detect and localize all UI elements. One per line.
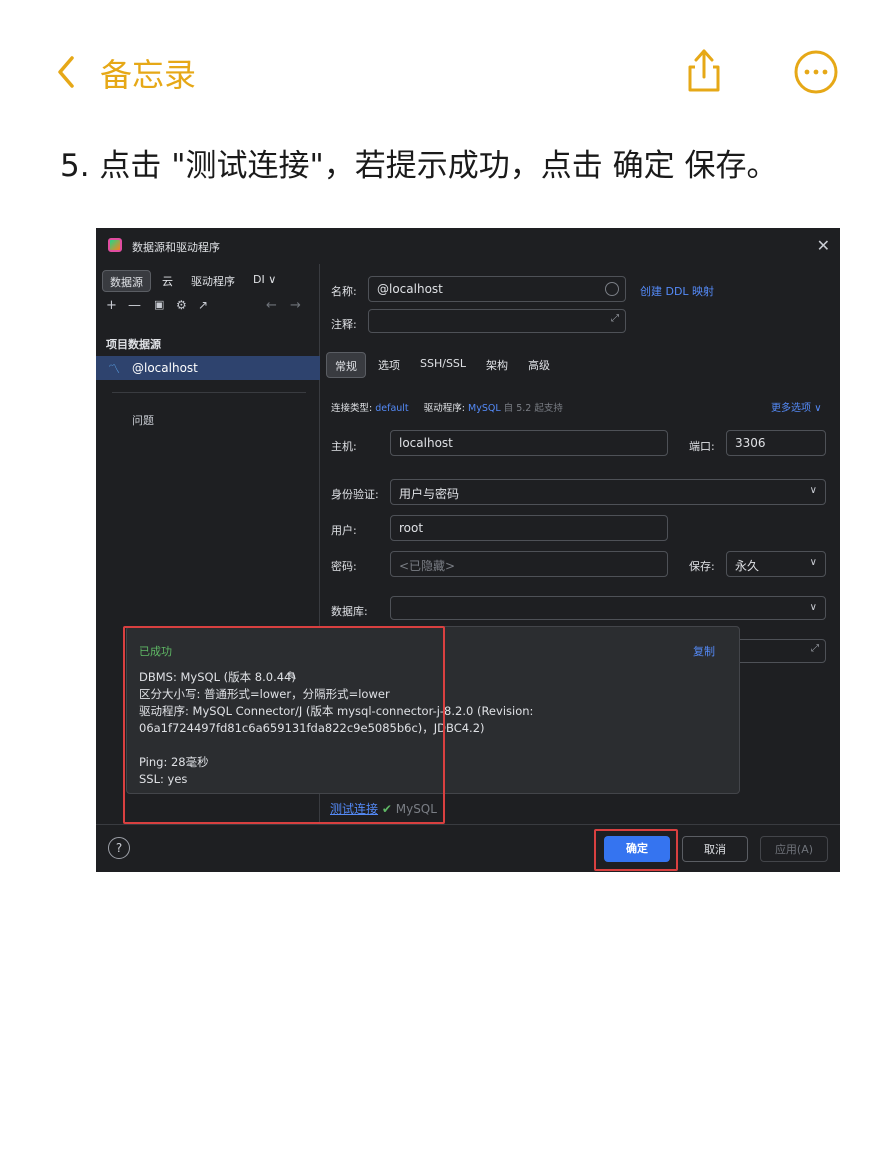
forward-icon[interactable]: → — [290, 298, 301, 313]
left-toolbar: + — ▣ ⚙ ↗ ← → — [106, 298, 310, 316]
driver-note: 自 5.2 起支持 — [503, 403, 563, 414]
close-icon[interactable]: ✕ — [817, 236, 830, 255]
dialog-title: 数据源和驱动程序 — [132, 241, 220, 254]
name-label: 名称: — [331, 285, 357, 298]
tab-ssh-ssl[interactable]: SSH/SSL — [412, 352, 474, 378]
save-select[interactable]: 永久 ∨ — [726, 551, 826, 577]
host-label: 主机: — [331, 440, 357, 453]
create-ddl-mapping-link[interactable]: 创建 DDL 映射 — [640, 283, 714, 299]
chevron-down-icon: ∨ — [814, 403, 822, 414]
comment-field[interactable]: ⤢ — [368, 309, 626, 333]
tab-cloud[interactable]: 云 — [155, 270, 180, 292]
cancel-button[interactable]: 取消 — [682, 836, 748, 862]
expand-icon[interactable]: ⤢ — [611, 313, 619, 324]
highlight-box-result — [123, 626, 445, 824]
copy-link[interactable]: 复制 — [693, 643, 715, 659]
test-connection-row: 测试连接 ✔ MySQL — [330, 800, 437, 817]
settings-icon[interactable]: ⚙ — [176, 298, 187, 312]
tab-di-label: DI — [253, 273, 265, 286]
chevron-down-icon: ∨ — [809, 485, 817, 496]
database-label: 数据库: — [331, 605, 368, 618]
port-label: 端口: — [689, 440, 715, 453]
tab-di[interactable]: DI ∨ — [246, 270, 283, 292]
password-field[interactable]: <已隐藏> — [390, 551, 668, 577]
ide-screenshot: 数据源和驱动程序 ✕ 数据源 云 驱动程序 DI ∨ + — ▣ ⚙ ↗ ← →… — [96, 228, 840, 872]
share-icon[interactable] — [682, 46, 726, 96]
chevron-down-icon: ∨ — [809, 602, 817, 613]
user-value: root — [399, 521, 424, 535]
checkmark-icon: ✔ — [381, 802, 392, 816]
url-field[interactable]: ⤢ — [730, 639, 826, 663]
expand-icon[interactable]: ⤢ — [811, 643, 819, 654]
divider — [112, 392, 306, 393]
duplicate-icon[interactable]: ▣ — [154, 298, 164, 311]
password-label: 密码: — [331, 560, 357, 573]
tab-drivers[interactable]: 驱动程序 — [184, 270, 242, 292]
driver-label: 驱动程序: — [423, 403, 465, 414]
more-options-link[interactable]: 更多选项 ∨ — [771, 399, 822, 414]
mysql-dolphin-icon: 〽 — [108, 362, 121, 376]
project-data-sources-heading: 项目数据源 — [106, 338, 161, 351]
save-label: 保存: — [689, 560, 715, 573]
left-tabs: 数据源 云 驱动程序 DI ∨ — [102, 270, 283, 292]
more-options-icon[interactable] — [793, 49, 839, 95]
port-field[interactable]: 3306 — [726, 430, 826, 456]
user-field[interactable]: root — [390, 515, 668, 541]
tab-data-sources[interactable]: 数据源 — [102, 270, 151, 292]
color-picker-icon[interactable] — [605, 282, 619, 296]
host-value: localhost — [399, 436, 453, 450]
host-field[interactable]: localhost — [390, 430, 668, 456]
password-placeholder: <已隐藏> — [399, 559, 456, 573]
back-chevron-icon[interactable] — [52, 52, 82, 92]
connection-info-row: 连接类型: default 驱动程序: MySQL 自 5.2 起支持 — [331, 400, 563, 414]
instruction-text: 5. 点击 "测试连接"，若提示成功，点击 确定 保存。 — [60, 148, 778, 184]
highlight-box-ok — [594, 829, 678, 871]
tab-general[interactable]: 常规 — [326, 352, 366, 378]
comment-label: 注释: — [331, 318, 357, 331]
auth-select[interactable]: 用户与密码 ∨ — [390, 479, 826, 505]
test-connection-link[interactable]: 测试连接 — [330, 802, 378, 816]
port-value: 3306 — [735, 436, 766, 450]
connection-type-label: 连接类型: — [331, 403, 373, 414]
database-select[interactable]: ∨ — [390, 596, 826, 620]
save-value: 永久 — [735, 559, 760, 573]
problems-item[interactable]: 问题 — [132, 412, 154, 428]
connection-type-value[interactable]: default — [375, 403, 408, 414]
add-icon[interactable]: + — [106, 298, 117, 313]
test-result-label: MySQL — [395, 802, 437, 816]
name-value: @localhost — [377, 282, 443, 296]
tab-options[interactable]: 选项 — [370, 352, 408, 378]
tab-advanced[interactable]: 高级 — [520, 352, 558, 378]
chevron-down-icon: ∨ — [268, 273, 277, 286]
notes-back-label[interactable]: 备忘录 — [100, 50, 196, 96]
user-label: 用户: — [331, 524, 357, 537]
export-icon[interactable]: ↗ — [198, 298, 208, 312]
tab-schemas[interactable]: 架构 — [478, 352, 516, 378]
remove-icon[interactable]: — — [128, 298, 141, 313]
settings-tabs: 常规 选项 SSH/SSL 架构 高级 — [326, 352, 558, 378]
driver-value[interactable]: MySQL — [468, 403, 501, 414]
data-source-label: @localhost — [132, 361, 198, 375]
chevron-down-icon: ∨ — [809, 557, 817, 568]
auth-label: 身份验证: — [331, 488, 379, 501]
back-icon[interactable]: ← — [266, 298, 277, 313]
dialog-footer: ? 确定 取消 应用(A) — [96, 824, 840, 872]
name-field[interactable]: @localhost — [368, 276, 626, 302]
more-options-label: 更多选项 — [771, 403, 811, 414]
app-icon — [108, 238, 122, 252]
dialog-titlebar: 数据源和驱动程序 ✕ — [96, 228, 840, 264]
auth-value: 用户与密码 — [399, 487, 460, 501]
apply-button[interactable]: 应用(A) — [760, 836, 828, 862]
help-icon[interactable]: ? — [108, 837, 130, 859]
data-source-item-localhost[interactable]: 〽 @localhost — [96, 356, 320, 380]
